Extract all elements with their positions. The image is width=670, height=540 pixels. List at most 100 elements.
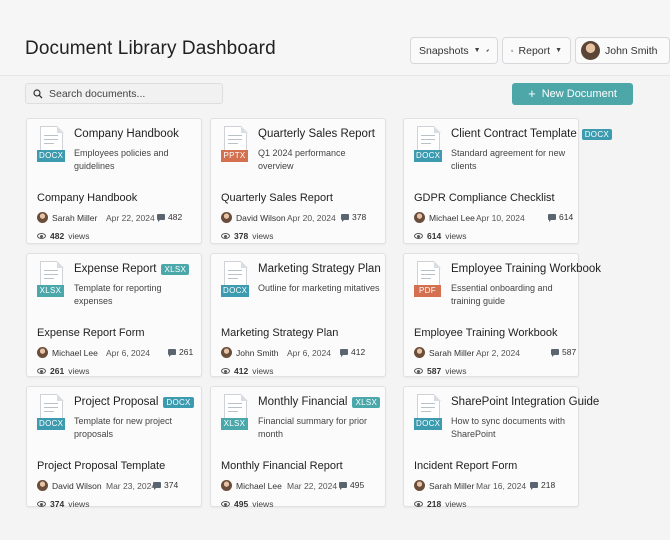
card-title: Company Handbook <box>74 128 179 140</box>
card-title-text: Quarterly Sales Report <box>258 128 375 140</box>
file-type-label: XLSX <box>37 285 64 297</box>
file-type-badge: DOCX <box>163 396 194 408</box>
views-label: views <box>68 499 90 509</box>
snapshots-button[interactable]: Snapshots ▼ <box>410 37 498 64</box>
card-title: Marketing Strategy Plan <box>258 263 381 275</box>
card-description: Template for reporting expenses <box>74 283 162 306</box>
comment-count-value: 218 <box>541 480 556 490</box>
date: Mar 23, 2024 <box>106 481 157 491</box>
view-count: 412 views <box>221 366 273 376</box>
card-meta: Michael Lee Apr 10, 2024 614 <box>414 212 574 224</box>
date: Apr 10, 2024 <box>476 213 525 223</box>
comment-icon <box>341 214 349 222</box>
card-title: SharePoint Integration Guide <box>451 396 599 408</box>
document-name[interactable]: Employee Training Workbook <box>414 327 557 339</box>
author-name: Sarah Miller <box>429 481 475 491</box>
date: Mar 22, 2024 <box>287 481 338 491</box>
card-title: Expense Report XLSX <box>74 263 190 275</box>
card-meta: Michael Lee Mar 22, 2024 495 <box>221 480 377 492</box>
search-bar[interactable] <box>25 83 223 104</box>
comment-count-value: 482 <box>168 212 183 222</box>
document-name[interactable]: Expense Report Form <box>37 327 145 339</box>
eye-icon <box>414 501 423 507</box>
card-description: Outline for marketing mitatives <box>258 283 380 293</box>
document-card[interactable]: DOCX Company Handbook Employees policies… <box>26 118 202 244</box>
views-label: views <box>68 366 90 376</box>
card-description: Essential onboarding and training guide <box>451 283 553 306</box>
document-icon: DOCX <box>414 394 444 430</box>
file-type-badge: DOCX <box>581 128 613 140</box>
document-card[interactable]: DOCX SharePoint Integration Guide How to… <box>403 386 599 509</box>
view-count-value: 482 <box>50 231 65 241</box>
comment-icon <box>551 349 559 357</box>
report-button[interactable]: Report ▼ <box>502 37 571 64</box>
avatar <box>37 480 48 491</box>
card-meta: David Wilson Apr 20, 2024 378 <box>221 212 377 224</box>
avatar <box>581 41 600 60</box>
comment-count-value: 495 <box>350 480 365 490</box>
card-meta: Michael Lee Apr 6, 2024 261 <box>37 347 193 359</box>
author-name: Sarah Miller <box>429 348 475 358</box>
author-name: Sarah Miller <box>52 213 98 223</box>
document-name[interactable]: Company Handbook <box>37 192 137 204</box>
card-meta: Sarah Miller Mar 16, 2024 218 <box>414 480 570 492</box>
view-count-value: 261 <box>50 366 65 376</box>
document-icon: XLSX <box>221 394 251 430</box>
chevron-down-icon: ▼ <box>555 47 562 54</box>
comment-count: 378 <box>341 212 366 222</box>
card-title-text: Monthly Financial <box>258 396 348 408</box>
document-name[interactable]: Marketing Strategy Plan <box>221 327 338 339</box>
file-type-label: DOCX <box>221 285 250 297</box>
comment-count: 374 <box>153 480 178 490</box>
document-name[interactable]: Monthly Financial Report <box>221 460 343 472</box>
document-card[interactable]: PPTX Quarterly Sales Report Q1 2024 perf… <box>210 118 386 244</box>
document-icon: DOCX <box>37 126 67 162</box>
file-type-label: DOCX <box>414 418 443 430</box>
document-name[interactable]: GDPR Compliance Checklist <box>414 192 555 204</box>
avatar <box>414 212 425 223</box>
document-card[interactable]: DOCX Project Proposal DOCX Template for n… <box>26 386 202 509</box>
author-name: David Wilson <box>236 213 286 223</box>
comment-count: 412 <box>340 347 365 357</box>
document-card[interactable]: DOCX Client Contract Template DOCX Standa… <box>403 118 613 244</box>
page-title: Document Library Dashboard <box>25 38 276 59</box>
avatar <box>414 347 425 358</box>
views-label: views <box>445 499 467 509</box>
card-title: Quarterly Sales Report <box>258 128 375 140</box>
document-card[interactable]: XLSX Expense Report XLSX Template for rep… <box>26 253 202 377</box>
file-type-label: PPTX <box>221 150 248 162</box>
comment-icon <box>339 482 347 490</box>
view-count-value: 587 <box>427 366 442 376</box>
user-menu-button[interactable]: John Smith <box>575 37 670 64</box>
document-name[interactable]: Project Proposal Template <box>37 460 165 472</box>
eye-icon <box>221 501 230 507</box>
user-name: John Smith <box>605 44 658 57</box>
document-card[interactable]: PDF Employee Training Workbook Essential… <box>403 253 601 377</box>
card-meta: David Wilson Mar 23, 2024 374 <box>37 480 193 492</box>
views-label: views <box>445 231 467 241</box>
comment-icon <box>530 482 538 490</box>
file-type-label: DOCX <box>414 150 443 162</box>
comment-count: 587 <box>551 347 576 357</box>
search-input[interactable] <box>49 87 209 100</box>
document-card[interactable]: DOCX Marketing Strategy Plan Outline for… <box>210 253 386 377</box>
card-title-text: SharePoint Integration Guide <box>451 396 600 408</box>
comment-count: 495 <box>339 480 364 490</box>
card-description: Standard agreement for new clients <box>451 148 566 171</box>
document-card[interactable]: XLSX Monthly Financial XLSX Financial sum… <box>210 386 386 509</box>
card-meta: John Smith Apr 6, 2024 412 <box>221 347 377 359</box>
document-name[interactable]: Quarterly Sales Report <box>221 192 333 204</box>
card-title-text: Client Contract Template <box>451 128 577 140</box>
author-name: Michael Lee <box>236 481 282 491</box>
card-description: Financial summary for prior month <box>258 416 368 439</box>
view-count-value: 495 <box>234 499 249 509</box>
comment-count-value: 614 <box>559 212 574 222</box>
comment-icon <box>548 214 556 222</box>
views-label: views <box>252 366 274 376</box>
eye-icon <box>37 501 46 507</box>
avatar <box>37 212 48 223</box>
comment-count: 261 <box>168 347 193 357</box>
new-document-button[interactable]: + New Document <box>512 83 633 105</box>
document-name[interactable]: Incident Report Form <box>414 460 517 472</box>
author-name: David Wilson <box>52 481 102 491</box>
